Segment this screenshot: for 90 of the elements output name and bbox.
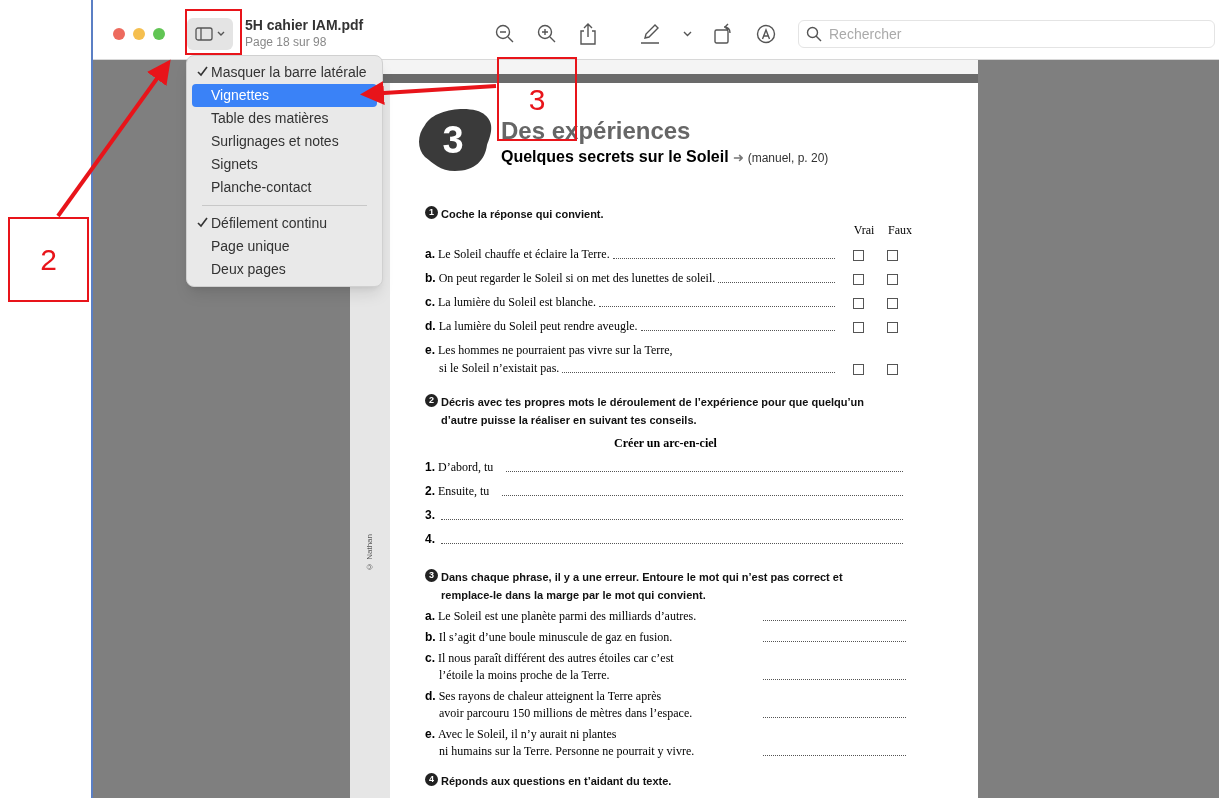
item-letter: a. xyxy=(425,246,435,263)
fill-in-line[interactable] xyxy=(506,471,903,472)
item-letter: d. xyxy=(425,318,436,335)
copyright-note: © Nathan xyxy=(364,534,375,572)
menu-item[interactable]: Vignettes xyxy=(192,84,377,107)
item-letter: e. xyxy=(425,726,435,743)
sentence-text: avoir parcouru 150 millions de mètres dans l’espace. xyxy=(439,705,693,722)
highlight-frame xyxy=(185,9,242,55)
item-letter: b. xyxy=(425,270,436,287)
checkbox[interactable] xyxy=(852,322,864,333)
fill-in-line[interactable] xyxy=(763,620,906,621)
rotate-icon[interactable] xyxy=(714,22,734,45)
fill-in-line[interactable] xyxy=(763,679,906,680)
step-number: 4. xyxy=(425,531,435,548)
search-field[interactable]: Rechercher xyxy=(798,19,1215,48)
statement-text: si le Soleil n’existait pas. xyxy=(439,360,560,377)
sentence-text: ni humains sur la Terre. Personne ne pourrait y vivre. xyxy=(439,743,695,760)
checkbox[interactable] xyxy=(886,274,898,285)
share-icon[interactable] xyxy=(579,22,597,45)
exercise-heading: Créer un arc-en-ciel xyxy=(613,435,718,452)
chapter-subtitle: Quelques secrets sur le Soleil xyxy=(501,147,729,167)
checkbox[interactable] xyxy=(886,298,898,309)
sentence-text: Avec le Soleil, il n’y aurait ni plantes xyxy=(438,726,617,743)
checkbox[interactable] xyxy=(886,364,898,375)
pen-icon[interactable] xyxy=(639,23,661,44)
chevron-down-icon xyxy=(217,30,225,37)
fill-in-line[interactable] xyxy=(502,495,903,496)
statement-text: La lumière du Soleil peut rendre aveugle. xyxy=(438,318,638,335)
step-text: D’abord, tu xyxy=(438,459,494,476)
item-letter: a. xyxy=(425,608,435,625)
sentence-text: l’étoile la moins proche de la Terre. xyxy=(439,667,610,684)
column-header: Vrai xyxy=(852,222,876,239)
arrow-glyph: ➜ xyxy=(732,149,744,167)
statement-text: La lumière du Soleil est blanche. xyxy=(438,294,596,311)
exercise-number: 4 xyxy=(425,773,438,786)
fill-in-line[interactable] xyxy=(763,641,906,642)
exercise-number: 1 xyxy=(425,206,438,219)
item-letter: c. xyxy=(425,294,435,311)
exercise-instruction: Réponds aux questions en t’aidant du texte. xyxy=(441,774,672,789)
checkbox[interactable] xyxy=(852,364,864,375)
menu-item[interactable]: Table des matières xyxy=(192,107,377,130)
zoom-in-icon[interactable] xyxy=(537,23,557,44)
step-number: 1. xyxy=(425,459,435,476)
step-text: Ensuite, tu xyxy=(438,483,490,500)
item-letter: e. xyxy=(425,342,435,359)
exercise-instruction: Décris avec tes propres mots le déroulement de l’expérience pour que quelqu’un d’autre puisse la réaliser en suivant tes conseils. xyxy=(441,395,865,428)
menu-item[interactable]: Deux pages xyxy=(192,258,377,281)
item-letter: d. xyxy=(425,688,436,705)
markup-icon[interactable] xyxy=(756,23,776,44)
fill-in-line[interactable] xyxy=(441,519,903,520)
statement-text: Le Soleil chauffe et éclaire la Terre. xyxy=(438,246,610,263)
statement-text: On peut regarder le Soleil si on met des lunettes de soleil. xyxy=(438,270,716,287)
column-header: Faux xyxy=(887,222,913,239)
checkbox[interactable] xyxy=(886,322,898,333)
item-letter: c. xyxy=(425,650,435,667)
menu-item[interactable]: Surlignages et notes xyxy=(192,130,377,153)
fill-in-line[interactable] xyxy=(763,717,906,718)
item-letter: b. xyxy=(425,629,436,646)
window-title: 5H cahier IAM.pdf xyxy=(245,17,365,35)
sentence-text: Ses rayons de chaleur atteignent la Terre après xyxy=(438,688,662,705)
fill-in-line[interactable] xyxy=(763,755,906,756)
checkbox[interactable] xyxy=(852,250,864,261)
menu-item[interactable]: Signets xyxy=(192,153,377,176)
statement-text: Les hommes ne pourraient pas vivre sur la Terre, xyxy=(438,342,673,359)
sidebar-toggle-button[interactable] xyxy=(187,17,233,50)
sidebar-icon xyxy=(195,26,213,41)
sentence-text: Il nous paraît différent des autres étoiles car c’est xyxy=(438,650,674,667)
menu-item[interactable]: Défilement continu xyxy=(192,212,377,235)
exercise-instruction: Dans chaque phrase, il y a une erreur. Entoure le mot qui n’est pas correct et remplace-le dans la marge par le mot qui convient. xyxy=(441,570,844,603)
fill-in-line[interactable] xyxy=(441,543,903,544)
menu-item[interactable]: Page unique xyxy=(192,235,377,258)
menu-item[interactable]: Planche-contact xyxy=(192,176,377,199)
menu-item[interactable]: Masquer la barre latérale xyxy=(192,61,377,84)
chevron-down-icon[interactable] xyxy=(683,30,692,37)
exercise-number: 3 xyxy=(425,569,438,582)
exercise-instruction: Coche la réponse qui convient. xyxy=(441,207,604,222)
zoom-out-icon[interactable] xyxy=(495,23,515,44)
checkbox[interactable] xyxy=(852,274,864,285)
checkbox[interactable] xyxy=(852,298,864,309)
search-icon xyxy=(806,25,822,42)
checkbox[interactable] xyxy=(886,250,898,261)
exercise-number: 2 xyxy=(425,394,438,407)
close-button[interactable] xyxy=(113,27,125,40)
sentence-text: Le Soleil est une planète parmi des milliards d’autres. xyxy=(438,608,697,625)
callout-box: 2 xyxy=(8,217,89,302)
step-number: 2. xyxy=(425,483,435,500)
sentence-text: Il s’agit d’une boule minuscule de gaz en fusion. xyxy=(438,629,673,646)
page-reference: (manuel, p. 20) xyxy=(747,150,829,167)
step-number: 3. xyxy=(425,507,435,524)
page-indicator: Page 18 sur 98 xyxy=(245,34,328,50)
